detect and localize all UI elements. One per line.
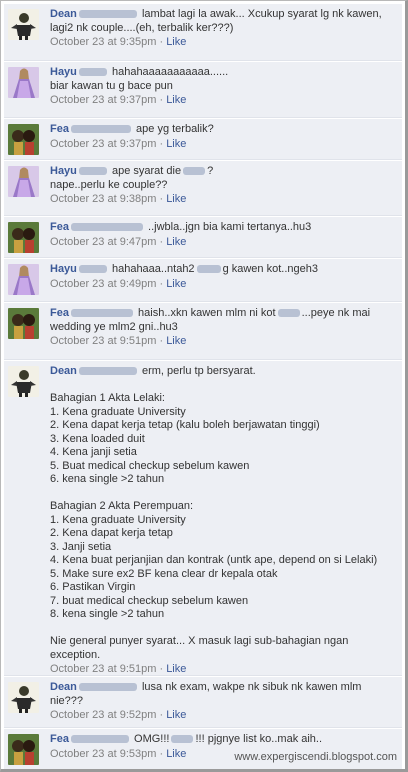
comment-author[interactable]: Dean bbox=[50, 8, 77, 20]
redacted-name bbox=[78, 683, 137, 692]
redacted-name bbox=[277, 309, 300, 318]
like-link[interactable]: Like bbox=[166, 663, 186, 675]
redacted-name bbox=[78, 167, 107, 176]
comment-text: ..jwbla..jgn bia kami tertanya..hu3 bbox=[148, 221, 312, 233]
comment-time: October 23 at 9:37pm bbox=[50, 137, 157, 150]
comment-text: g kawen kot..ngeh3 bbox=[222, 263, 318, 275]
comment-text: erm, perlu tp bersyarat. Bahagian 1 Akta… bbox=[50, 365, 378, 661]
comment-author[interactable]: Dean bbox=[50, 681, 77, 693]
comment-text: ape syarat die bbox=[111, 165, 182, 177]
like-link[interactable]: Like bbox=[166, 94, 186, 106]
comment-item: Dean lusa nk exam, wakpe nk sibuk nk kaw… bbox=[4, 677, 402, 728]
comment-item: Dean erm, perlu tp bersyarat. Bahagian 1… bbox=[4, 361, 402, 676]
redacted-name bbox=[70, 735, 129, 744]
fea-avatar[interactable] bbox=[8, 124, 39, 155]
comment-item: Dean lambat lagi la awak... Xcukup syara… bbox=[4, 4, 402, 61]
fea-avatar[interactable] bbox=[8, 308, 39, 339]
fea-avatar[interactable] bbox=[8, 222, 39, 253]
comment-author[interactable]: Hayu bbox=[50, 66, 77, 78]
redacted-name bbox=[183, 167, 206, 176]
comment-item: Hayu hahahaaa..ntah2 g kawen kot..ngeh3 O… bbox=[4, 259, 402, 302]
redacted-name bbox=[171, 735, 194, 744]
comment-author[interactable]: Fea bbox=[50, 123, 69, 135]
comment-time: October 23 at 9:52pm bbox=[50, 709, 157, 721]
comment-time: October 23 at 9:35pm bbox=[50, 36, 157, 48]
hayu-avatar[interactable] bbox=[8, 166, 39, 197]
hayu-avatar[interactable] bbox=[8, 67, 39, 98]
comment-author[interactable]: Fea bbox=[50, 307, 69, 319]
comment-item: Hayu hahahaaaaaaaaaaa...... biar kawan t… bbox=[4, 62, 402, 118]
comment-author[interactable]: Hayu bbox=[50, 263, 77, 275]
comment-text: ape yg terbalik? bbox=[136, 123, 214, 135]
dean-avatar[interactable] bbox=[8, 9, 39, 40]
redacted-name bbox=[70, 125, 131, 134]
redacted-name bbox=[196, 265, 221, 274]
comment-author[interactable]: Hayu bbox=[50, 165, 77, 177]
comment-text: !!! pjgnye list ko..mak aih.. bbox=[195, 733, 323, 745]
comment-text: haish..xkn kawen mlm ni kot bbox=[138, 307, 276, 319]
comment-item: Fea ape yg terbalik? October 23 at 9:37p… bbox=[4, 119, 402, 160]
comment-time: October 23 at 9:51pm bbox=[50, 335, 157, 347]
comment-item: Fea OMG!!!!!! pjgnye list ko..mak aih.. … bbox=[4, 729, 402, 769]
like-link[interactable]: Like bbox=[166, 138, 186, 150]
comment-time: October 23 at 9:53pm bbox=[50, 747, 157, 760]
comment-author[interactable]: Dean bbox=[50, 365, 77, 377]
dean-avatar[interactable] bbox=[8, 366, 39, 397]
comment-time: October 23 at 9:47pm bbox=[50, 235, 157, 248]
comment-time: October 23 at 9:38pm bbox=[50, 193, 157, 205]
comment-author[interactable]: Fea bbox=[50, 221, 69, 233]
redacted-name bbox=[78, 10, 137, 19]
comment-time: October 23 at 9:49pm bbox=[50, 277, 157, 290]
watermark: www.expergiscendi.blogspot.com bbox=[234, 751, 397, 763]
like-link[interactable]: Like bbox=[166, 278, 186, 290]
comment-item: Fea ..jwbla..jgn bia kami tertanya..hu3 … bbox=[4, 217, 402, 258]
comment-item: Hayu ape syarat die? nape..perlu ke coup… bbox=[4, 161, 402, 216]
redacted-name bbox=[78, 265, 107, 274]
like-link[interactable]: Like bbox=[166, 236, 186, 248]
redacted-name bbox=[70, 223, 143, 232]
comment-time: October 23 at 9:37pm bbox=[50, 94, 157, 106]
fea-avatar[interactable] bbox=[8, 734, 39, 765]
like-link[interactable]: Like bbox=[166, 36, 186, 48]
like-link[interactable]: Like bbox=[166, 335, 186, 347]
like-link[interactable]: Like bbox=[166, 193, 186, 205]
comment-text: hahahaaa..ntah2 bbox=[111, 263, 195, 275]
hayu-avatar[interactable] bbox=[8, 264, 39, 295]
dean-avatar[interactable] bbox=[8, 682, 39, 713]
comment-item: Fea haish..xkn kawen mlm ni kot ...peye n… bbox=[4, 303, 402, 360]
comment-time: October 23 at 9:51pm bbox=[50, 663, 157, 675]
redacted-name bbox=[70, 309, 133, 318]
comment-author[interactable]: Fea bbox=[50, 733, 69, 745]
redacted-name bbox=[78, 367, 137, 376]
redacted-name bbox=[78, 68, 107, 77]
like-link[interactable]: Like bbox=[166, 748, 186, 760]
like-link[interactable]: Like bbox=[166, 709, 186, 721]
comment-thread: Dean lambat lagi la awak... Xcukup syara… bbox=[0, 0, 408, 772]
comment-text: OMG!!! bbox=[134, 733, 170, 745]
